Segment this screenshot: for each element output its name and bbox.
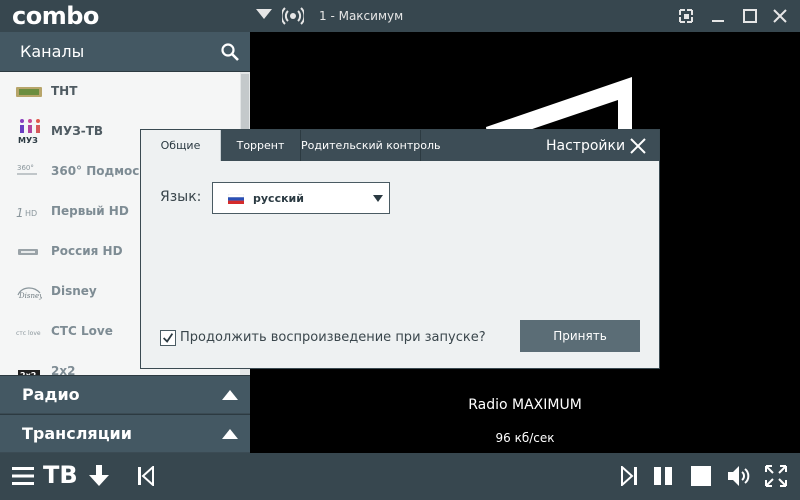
download-arrow-icon[interactable] [89,465,109,487]
settings-dialog-title: Настройки [546,138,626,154]
perviy-hd-logo-icon: 1 HD [16,206,37,220]
channel-name: СТС Love [51,324,113,338]
menu-icon[interactable] [12,466,34,486]
channel-item-tnt[interactable]: ТНТ [0,72,240,112]
disney-logo-icon: Disney [17,287,42,300]
svg-text:360°: 360° [17,164,34,172]
accept-button[interactable]: Принять [520,320,640,352]
section-broadcasts[interactable]: Трансляции [0,414,250,452]
language-select[interactable]: русский [212,182,390,214]
previous-track-icon[interactable] [137,466,155,486]
muz-tv-logo-icon: МУЗ [18,119,40,144]
next-track-icon[interactable] [620,466,638,486]
section-radio-label: Радио [22,385,80,404]
svg-text:HD: HD [25,209,37,218]
now-playing-title: 1 - Максимум [319,9,404,23]
search-icon[interactable] [220,42,240,62]
russian-flag-icon [228,194,244,204]
channel-name: Россия HD [51,244,123,258]
minimize-icon[interactable] [708,6,728,26]
dropdown-arrow-icon[interactable] [256,9,272,19]
channels-title: Каналы [20,42,85,61]
svg-text:Disney: Disney [18,292,42,300]
svg-text:стс love: стс love [16,330,41,337]
bitrate-readout: 96 кб/сек [495,431,555,445]
tab-general[interactable]: Общие [141,130,221,161]
stop-icon[interactable] [690,466,712,486]
svg-text:1: 1 [16,206,24,220]
close-icon[interactable] [630,138,646,154]
language-value: русский [253,192,304,205]
channel-name: МУЗ-ТВ [51,124,104,138]
expand-up-icon[interactable] [222,390,238,400]
channel-name: 2x2 [51,364,76,375]
section-radio[interactable]: Радио [0,375,250,413]
rossiya-hd-logo-icon [18,249,38,255]
chevron-down-icon[interactable] [373,195,383,202]
fullscreen-icon[interactable] [765,465,787,487]
mini-mode-icon[interactable] [676,6,696,26]
expand-up-icon[interactable] [222,429,238,439]
settings-dialog-header: Общие Торрент Родительский контроль Наст… [141,130,659,161]
tnt-logo-icon [16,87,42,97]
language-label: Язык: [160,189,202,205]
station-name: Radio MAXIMUM [468,397,582,413]
close-icon[interactable] [770,6,790,26]
volume-icon[interactable] [727,465,753,487]
control-bar: ТВ [0,453,800,500]
2x2-logo-icon: 2x2 [18,370,40,375]
channels-header: Каналы [0,32,250,72]
section-broadcasts-label: Трансляции [22,424,132,443]
maximize-icon[interactable] [740,6,760,26]
sts-love-logo-icon: стс love [16,330,41,337]
mode-label[interactable]: ТВ [43,461,78,489]
360-logo-icon: 360° [17,164,37,175]
tab-parental-control[interactable]: Родительский контроль [301,130,441,161]
app-logo: combo [12,2,99,30]
broadcast-icon[interactable] [282,7,304,25]
autoplay-checkbox-label[interactable]: Продолжить воспроизведение при запуске? [180,330,486,345]
title-bar: combo 1 - Максимум [0,0,800,32]
autoplay-checkbox[interactable] [160,330,176,346]
pause-icon[interactable] [652,466,674,486]
settings-dialog: Общие Торрент Родительский контроль Наст… [140,129,660,369]
svg-text:МУЗ: МУЗ [18,136,38,144]
tab-torrent[interactable]: Торрент [221,130,301,161]
combo-player-window: combo 1 - Максимум Каналы ТНТ МУЗ МУЗ-ТВ… [0,0,800,500]
channel-name: Disney [51,284,97,298]
channel-name: Первый HD [51,204,129,218]
channel-name: ТНТ [51,84,78,98]
